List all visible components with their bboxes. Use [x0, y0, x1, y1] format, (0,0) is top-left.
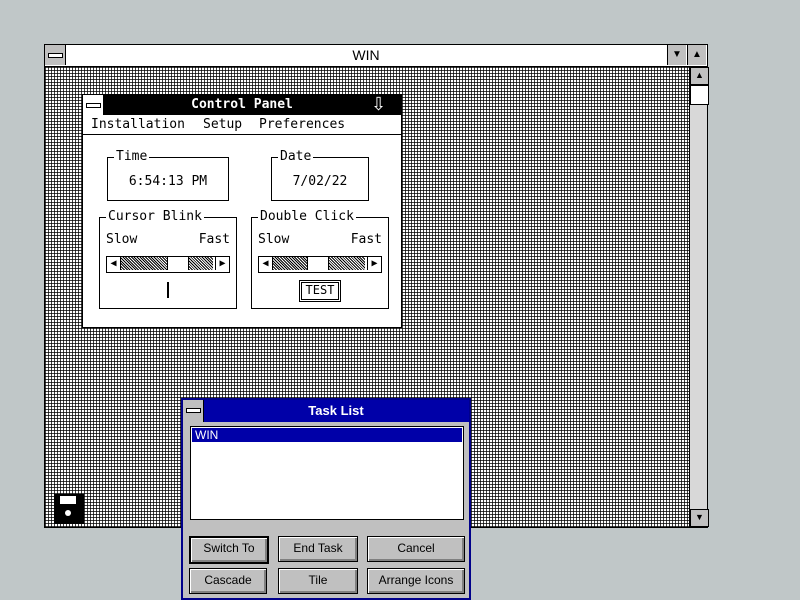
menu-setup[interactable]: Setup [203, 117, 242, 132]
cursor-blink-group: Cursor Blink Slow Fast ◀ ▶ [99, 209, 237, 309]
cancel-button[interactable]: Cancel [367, 536, 465, 562]
blink-caret [167, 282, 169, 298]
control-panel-menu-bar: Installation Setup Preferences [83, 115, 401, 135]
tile-button[interactable]: Tile [278, 568, 358, 594]
control-panel-title-bar[interactable]: Control Panel [83, 95, 401, 115]
task-list-dialog[interactable]: Task List WIN Switch To End Task Cancel … [181, 398, 471, 600]
double-click-fast-label: Fast [350, 232, 382, 247]
double-click-slow-label: Slow [258, 232, 290, 247]
task-listbox[interactable]: WIN [190, 426, 464, 520]
mouse-pointer-icon: ⇩ [371, 94, 387, 114]
scroll-thumb[interactable] [690, 85, 709, 105]
date-group: Date 7/02/22 [271, 149, 369, 201]
win-title: WIN [352, 47, 380, 63]
minimize-icon[interactable]: ▼ [667, 45, 686, 65]
left-arrow-icon[interactable]: ◀ [107, 257, 121, 270]
double-click-label: Double Click [258, 209, 356, 224]
double-click-slider[interactable]: ◀ ▶ [258, 256, 382, 273]
menu-installation[interactable]: Installation [91, 117, 185, 132]
switch-to-button[interactable]: Switch To [189, 536, 269, 564]
cp-system-menu-icon[interactable] [83, 95, 104, 115]
arrange-icons-button[interactable]: Arrange Icons [367, 568, 465, 594]
date-value[interactable]: 7/02/22 [272, 174, 368, 189]
cursor-blink-slider-thumb[interactable] [167, 257, 189, 270]
list-item[interactable]: WIN [192, 428, 462, 442]
vertical-scrollbar[interactable]: ▲ ▼ [689, 67, 709, 527]
double-click-group: Double Click Slow Fast ◀ ▶ TEST [251, 209, 389, 309]
task-list-title: Task List [308, 403, 364, 418]
date-label: Date [278, 149, 314, 164]
win-system-menu-icon[interactable] [45, 45, 66, 65]
task-list-system-menu-icon[interactable] [183, 400, 204, 422]
maximize-icon[interactable]: ▲ [687, 45, 706, 65]
menu-preferences[interactable]: Preferences [259, 117, 345, 132]
scroll-down-icon[interactable]: ▼ [690, 509, 709, 527]
disk-icon[interactable] [54, 494, 84, 524]
end-task-button[interactable]: End Task [278, 536, 358, 562]
right-arrow-icon[interactable]: ▶ [215, 257, 229, 270]
control-panel-window[interactable]: Control Panel Installation Setup Prefere… [82, 94, 402, 328]
cursor-blink-slow-label: Slow [106, 232, 138, 247]
cursor-blink-label: Cursor Blink [106, 209, 204, 224]
cascade-button[interactable]: Cascade [189, 568, 267, 594]
cursor-blink-fast-label: Fast [198, 232, 230, 247]
double-click-slider-thumb[interactable] [307, 257, 329, 270]
time-group: Time 6:54:13 PM [107, 149, 229, 201]
cursor-blink-slider[interactable]: ◀ ▶ [106, 256, 230, 273]
test-button[interactable]: TEST [299, 280, 341, 302]
time-label: Time [114, 149, 150, 164]
time-value[interactable]: 6:54:13 PM [108, 174, 228, 189]
right-arrow-icon[interactable]: ▶ [367, 257, 381, 270]
control-panel-title: Control Panel [191, 97, 293, 112]
task-list-title-bar[interactable]: Task List [183, 400, 469, 422]
scroll-up-icon[interactable]: ▲ [690, 67, 709, 85]
win-title-bar[interactable]: WIN ▼ ▲ [45, 45, 707, 67]
left-arrow-icon[interactable]: ◀ [259, 257, 273, 270]
